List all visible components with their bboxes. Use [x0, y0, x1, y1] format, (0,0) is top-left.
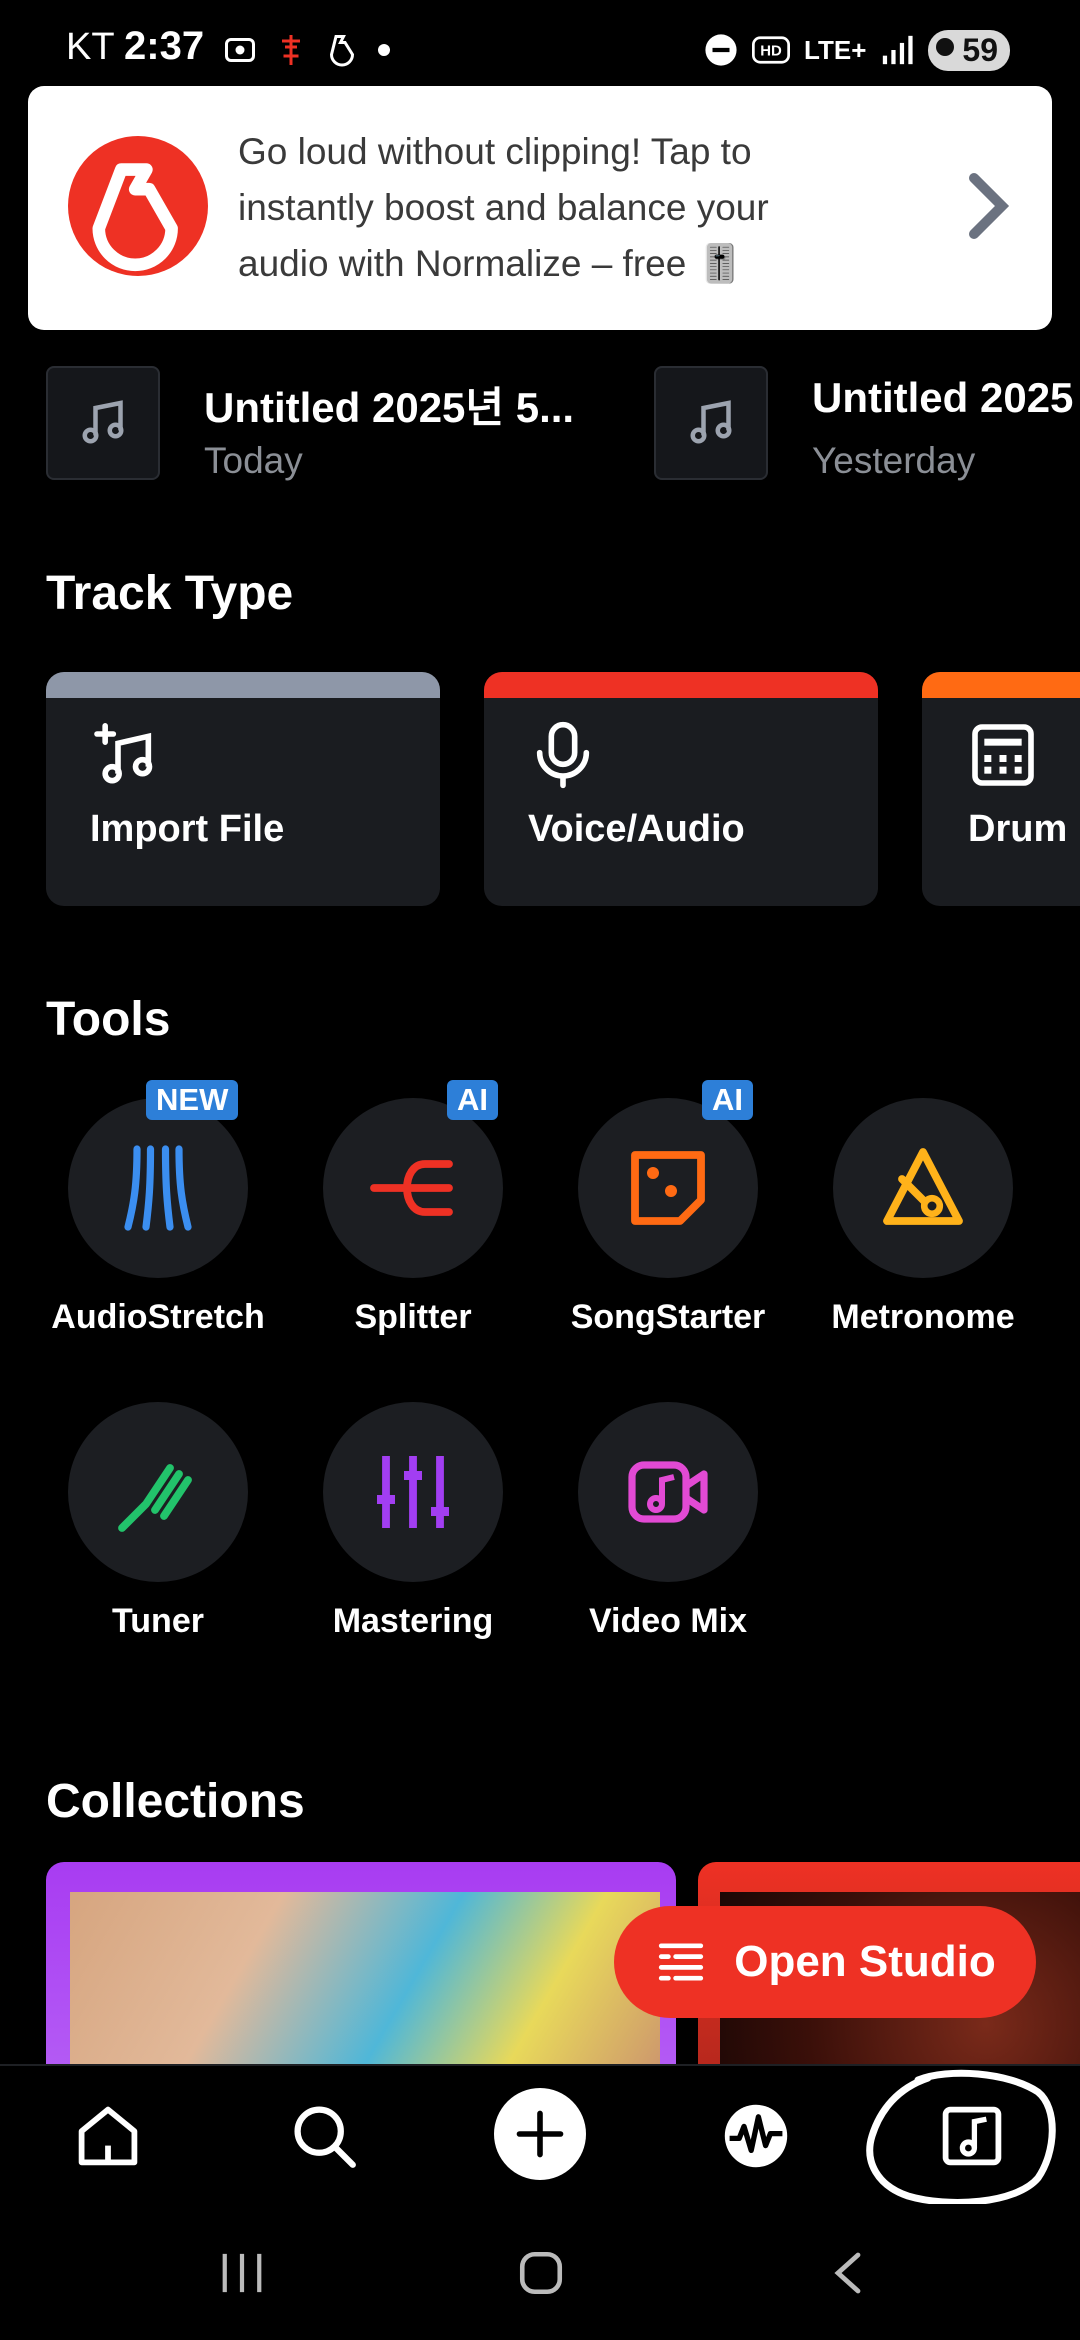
- bottom-navigation: [0, 2064, 1080, 2206]
- open-studio-button[interactable]: Open Studio: [614, 1906, 1036, 2018]
- tool-icon-circle: [323, 1402, 503, 1582]
- recent-project-thumbnail[interactable]: [46, 366, 160, 480]
- normalize-promo-banner[interactable]: Go loud without clipping! Tap to instant…: [28, 86, 1052, 330]
- ai-badge: AI: [702, 1080, 753, 1120]
- tool-audiostretch[interactable]: NEW AudioStretch: [38, 1080, 278, 1340]
- new-badge: NEW: [146, 1080, 239, 1120]
- hand-drawn-circle-annotation: [866, 2069, 1056, 2206]
- music-note-icon: [82, 400, 124, 444]
- tool-label: AudioStretch: [51, 1298, 265, 1336]
- system-status-icons: HD LTE+ 59: [704, 28, 1010, 72]
- back-icon[interactable]: [828, 2248, 868, 2298]
- tool-label: Tuner: [112, 1602, 204, 1640]
- search-icon[interactable]: [288, 2100, 360, 2172]
- track-type-import-file[interactable]: Import File: [46, 672, 440, 906]
- svg-text:HD: HD: [760, 42, 782, 59]
- tool-label: SongStarter: [570, 1298, 766, 1336]
- app-notification-icon: [282, 35, 300, 65]
- tool-label: Splitter: [354, 1298, 472, 1336]
- tool-label: Video Mix: [588, 1602, 748, 1640]
- mixer-sliders-icon: [377, 1456, 449, 1528]
- tool-video-mix[interactable]: Video Mix: [548, 1384, 788, 1644]
- recent-project-date: Today: [204, 440, 303, 481]
- tool-tuner[interactable]: Tuner: [38, 1384, 278, 1644]
- tool-splitter[interactable]: AI Splitter: [293, 1080, 533, 1340]
- tool-songstarter[interactable]: AI SongStarter: [548, 1080, 788, 1340]
- card-accent-bar: [922, 672, 1080, 698]
- tool-label: Mastering: [332, 1602, 494, 1640]
- recent-project-title[interactable]: Untitled 2025년 5...: [204, 374, 574, 435]
- tool-icon-circle: [68, 1098, 248, 1278]
- splitter-icon: [370, 1160, 453, 1216]
- tuning-fork-icon: [118, 1464, 192, 1532]
- track-type-drum-machine[interactable]: Drum M: [922, 672, 1080, 906]
- waveform-icon[interactable]: [720, 2100, 792, 2172]
- ai-badge: AI: [447, 1080, 498, 1120]
- microphone-icon: [536, 721, 590, 789]
- system-navigation-bar: [0, 2204, 1080, 2340]
- collection-cover-image: [70, 1892, 660, 2092]
- notification-icons: [222, 30, 390, 70]
- collection-card[interactable]: [46, 1862, 676, 2092]
- bandlab-notification-icon: [329, 35, 355, 67]
- recent-apps-icon[interactable]: [212, 2250, 272, 2296]
- clock: 2:37: [124, 24, 205, 68]
- audiostretch-icon: [124, 1145, 192, 1231]
- tool-icon-circle: [578, 1402, 758, 1582]
- tool-icon-circle: [68, 1402, 248, 1582]
- open-studio-label: Open Studio: [734, 1937, 996, 1986]
- import-music-icon: [94, 723, 153, 784]
- tool-label: Metronome: [831, 1298, 1015, 1336]
- plus-icon: [516, 2110, 564, 2158]
- bandlab-logo-icon: [68, 136, 208, 276]
- track-type-label: Import File: [90, 808, 285, 850]
- recent-project-date: Yesterday: [812, 440, 976, 481]
- recent-project-title[interactable]: Untitled 2025: [812, 374, 1080, 422]
- video-music-icon: [628, 1461, 708, 1523]
- carrier-label: KT: [66, 26, 115, 68]
- drum-machine-icon: [972, 724, 1034, 786]
- tool-mastering[interactable]: Mastering: [293, 1384, 533, 1644]
- track-type-label: Voice/Audio: [528, 808, 745, 850]
- chevron-right-icon: [969, 173, 1010, 239]
- network-type: LTE+: [804, 34, 867, 65]
- tools-heading: Tools: [46, 993, 171, 1046]
- dice-icon: [631, 1151, 705, 1225]
- status-bar: KT 2:37 HD LTE+ 59: [0, 0, 1080, 90]
- hd-icon: HD: [752, 36, 791, 64]
- studio-tracks-icon: [659, 1943, 704, 1981]
- home-icon[interactable]: [72, 2100, 144, 2172]
- collections-heading: Collections: [46, 1775, 305, 1828]
- tool-icon-circle: [833, 1098, 1013, 1278]
- tool-metronome[interactable]: Metronome: [803, 1080, 1043, 1340]
- track-type-voice-audio[interactable]: Voice/Audio: [484, 672, 878, 906]
- do-not-disturb-icon: [705, 34, 737, 66]
- tool-icon-circle: [578, 1098, 758, 1278]
- recent-project-thumbnail[interactable]: [654, 366, 768, 480]
- track-type-heading: Track Type: [46, 567, 294, 620]
- tool-icon-circle: [323, 1098, 503, 1278]
- track-type-label: Drum M: [968, 808, 1080, 850]
- screenshot-icon: [225, 38, 255, 62]
- card-accent-bar: [46, 672, 440, 698]
- dot-icon: [378, 44, 390, 56]
- signal-icon: [883, 35, 913, 65]
- banner-message: Go loud without clipping! Tap to instant…: [238, 131, 769, 284]
- battery-indicator: 59: [928, 29, 1010, 71]
- create-button[interactable]: [494, 2088, 586, 2180]
- music-note-icon: [690, 400, 732, 444]
- metronome-icon: [883, 1148, 963, 1225]
- card-accent-bar: [484, 672, 878, 698]
- home-system-icon[interactable]: [516, 2248, 566, 2298]
